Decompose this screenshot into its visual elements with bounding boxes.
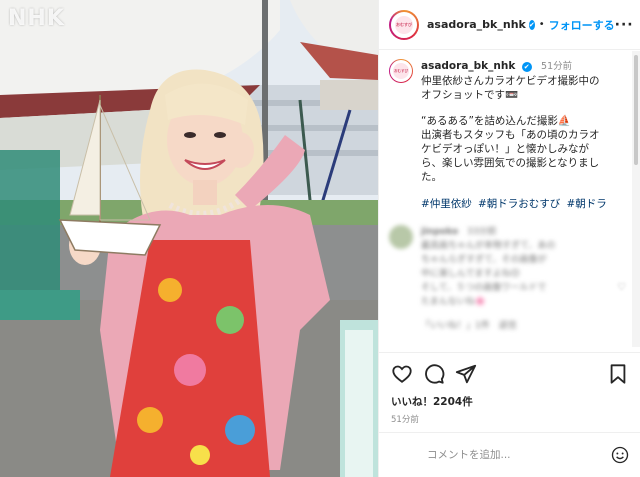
commenter-username[interactable]: jinpoko	[421, 227, 458, 237]
comment-icon[interactable]	[423, 363, 445, 385]
comment-line: たまんないね🌸	[421, 297, 486, 307]
comment-composer	[379, 432, 640, 477]
commenter-avatar[interactable]	[389, 225, 413, 249]
post-photo: NHK	[0, 0, 378, 477]
comment-like-heart-icon[interactable]: ♡	[617, 282, 626, 293]
comment-item: jinpoko 33分前 最高画ちゃんが本物すぎて、あの ちゃんらぎすぎて、その…	[389, 225, 623, 333]
more-options-icon[interactable]: ···	[615, 17, 634, 33]
comment-line: そして、５つの画像ワールドで	[421, 283, 547, 293]
avatar-logo-text: おむすび	[395, 15, 413, 34]
nhk-watermark: NHK	[8, 6, 65, 31]
caption-avatar[interactable]: おむすび	[389, 59, 413, 83]
separator-dot: •	[538, 19, 545, 30]
caption-line: “あるある”を詰め込んだ撮影⛵	[421, 115, 571, 127]
comment-body: jinpoko 33分前 最高画ちゃんが本物すぎて、あの ちゃんらぎすぎて、その…	[421, 225, 621, 333]
smiley-icon[interactable]	[611, 446, 629, 464]
caption-username[interactable]: asadora_bk_nhk	[421, 60, 515, 72]
verified-badge-icon: ✔	[528, 19, 535, 30]
scrollbar-thumb[interactable]	[634, 55, 638, 165]
caption-hashtags: #仲里依紗 #朝ドラおむすび #朝ドラ	[421, 196, 623, 211]
hashtag-link[interactable]: #仲里依紗	[421, 198, 472, 210]
comment-reply-link[interactable]: 「いいね！」1件 返信	[421, 319, 621, 333]
comment-line: 中に楽しんでますよね😊	[421, 269, 520, 279]
caption: おむすび asadora_bk_nhk ✔ 51分前 仲里依紗さんカラオケビデオ…	[389, 59, 623, 211]
comment-line: ちゃんらぎすぎて、その画像が	[421, 255, 547, 265]
hashtag-link[interactable]: #朝ドラ	[567, 198, 607, 210]
caption-line: た。	[421, 171, 442, 183]
caption-line: ら、楽しい雰囲気での撮影となりまし	[421, 157, 600, 169]
caption-verified-badge-icon: ✔	[521, 62, 532, 72]
heart-icon[interactable]	[391, 363, 413, 385]
comments-scroll-area[interactable]: おむすび asadora_bk_nhk ✔ 51分前 仲里依紗さんカラオケビデオ…	[379, 51, 633, 347]
comment-timestamp: 33分前	[467, 227, 497, 237]
caption-timestamp[interactable]: 51分前	[541, 61, 572, 72]
follow-button[interactable]: フォローする	[549, 17, 615, 33]
comment-input[interactable]	[427, 449, 611, 461]
caption-line: ケビデオっぽい！」と懐かしみなが	[421, 143, 589, 155]
share-icon[interactable]	[455, 363, 477, 385]
action-icon-row	[391, 363, 629, 385]
comment-line: 最高画ちゃんが本物すぎて、あの	[421, 241, 556, 251]
post-timestamp[interactable]: 51分前	[391, 413, 629, 425]
caption-avatar-logo-text: おむすび	[393, 63, 409, 79]
caption-body: asadora_bk_nhk ✔ 51分前 仲里依紗さんカラオケビデオ撮影中の …	[421, 59, 623, 211]
caption-line: 仲里依紗さんカラオケビデオ撮影中の	[421, 75, 600, 87]
photo-illustration	[0, 0, 378, 477]
bookmark-icon[interactable]	[607, 363, 629, 385]
hashtag-link[interactable]: #朝ドラおむすび	[478, 198, 560, 210]
post-actions: いいね！2204件 51分前	[379, 352, 640, 425]
caption-line: オフショットです📼	[421, 89, 519, 101]
comments-scrollbar[interactable]	[632, 51, 640, 347]
account-avatar[interactable]: おむすび	[389, 9, 419, 40]
caption-line: 出演者もスタッフも「あの頃のカラオ	[421, 129, 600, 141]
post-header: おむすび asadora_bk_nhk ✔ • フォローする ···	[379, 0, 640, 50]
post-side-panel: おむすび asadora_bk_nhk ✔ • フォローする ··· おむすび …	[378, 0, 640, 477]
header-username[interactable]: asadora_bk_nhk	[427, 18, 526, 31]
likes-count[interactable]: いいね！2204件	[391, 394, 629, 409]
